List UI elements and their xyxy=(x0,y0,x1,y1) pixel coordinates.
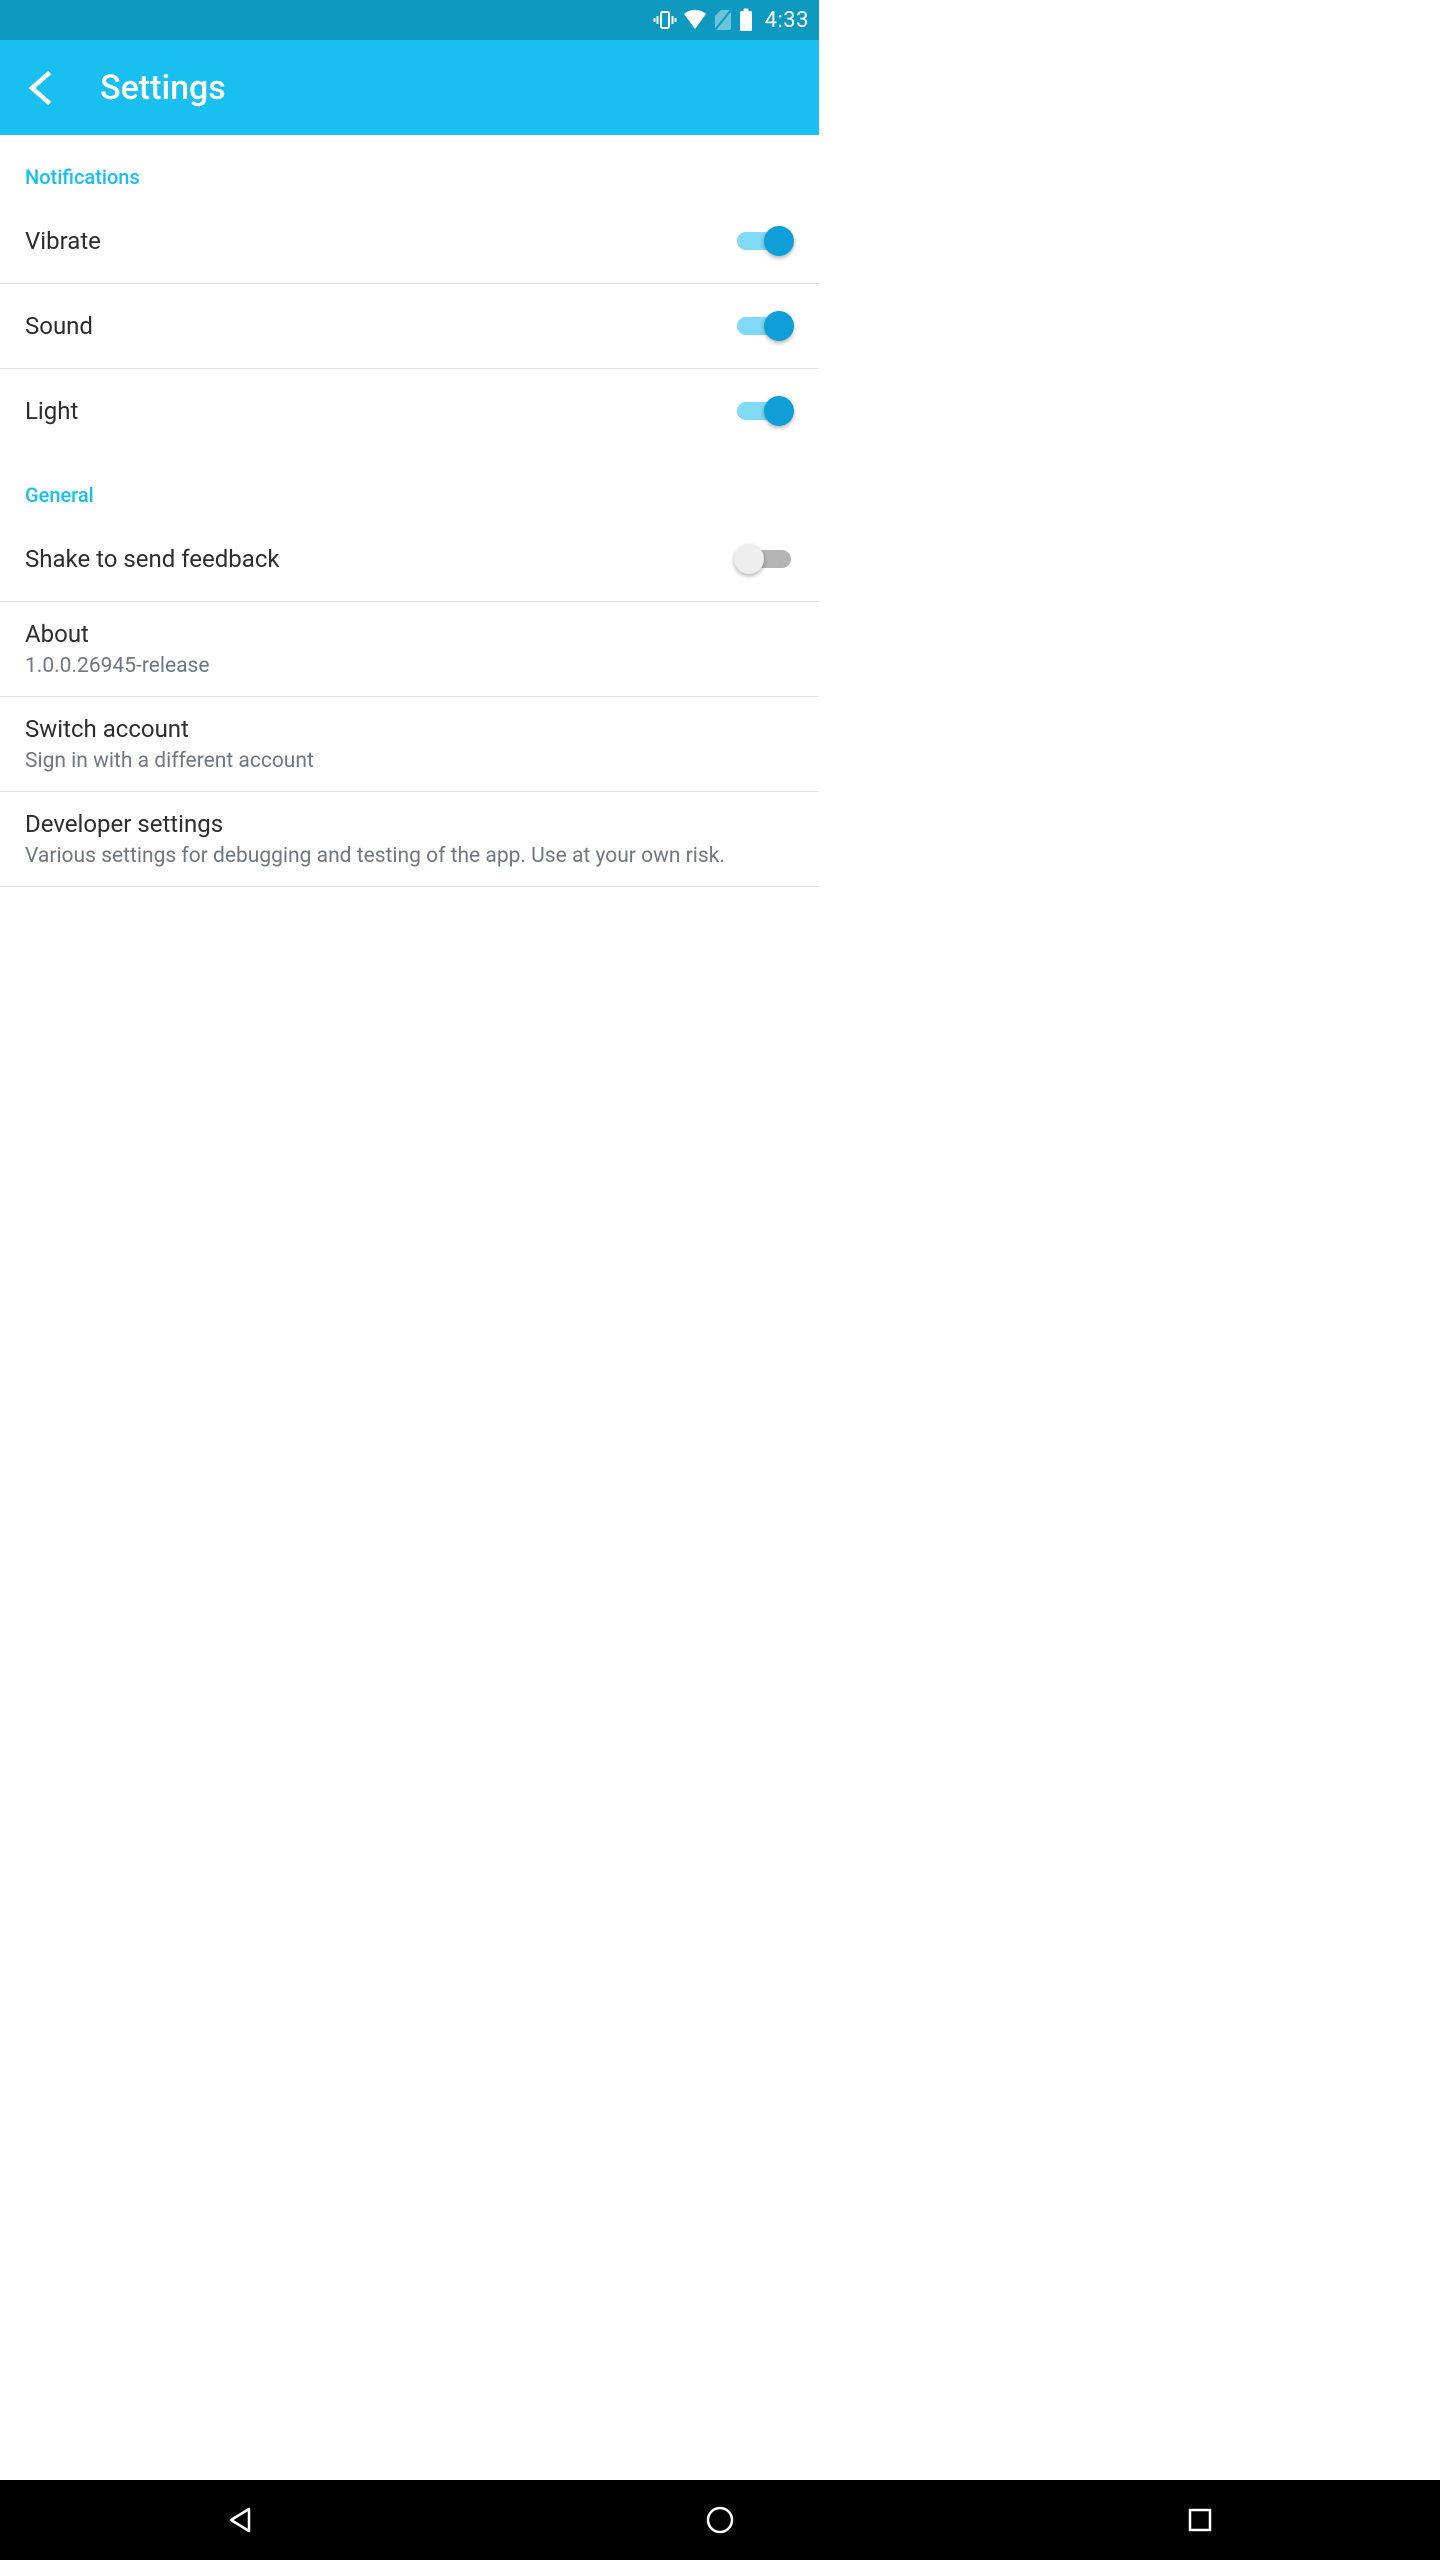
section-header-notifications: Notifications xyxy=(0,135,819,199)
clock: 4:33 xyxy=(765,8,809,33)
no-sim-icon xyxy=(713,8,733,32)
chevron-left-icon xyxy=(26,70,54,106)
setting-subtitle: 1.0.0.26945-release xyxy=(25,654,210,678)
setting-row-developer-settings[interactable]: Developer settings Various settings for … xyxy=(0,792,819,887)
circle-home-icon xyxy=(704,2504,736,2536)
triangle-back-icon xyxy=(225,2505,255,2535)
setting-label: About xyxy=(25,620,210,648)
setting-row-shake-feedback[interactable]: Shake to send feedback xyxy=(0,517,819,602)
page-title: Settings xyxy=(100,68,226,108)
status-icons xyxy=(653,8,753,32)
setting-row-about[interactable]: About 1.0.0.26945-release xyxy=(0,602,819,697)
nav-recent-button[interactable] xyxy=(1150,2490,1250,2550)
navigation-bar xyxy=(0,2480,1440,2560)
setting-row-light[interactable]: Light xyxy=(0,369,819,453)
status-bar: 4:33 xyxy=(0,0,819,40)
setting-row-switch-account[interactable]: Switch account Sign in with a different … xyxy=(0,697,819,792)
setting-label: Sound xyxy=(25,312,93,340)
vibrate-icon xyxy=(653,8,677,32)
toggle-sound[interactable] xyxy=(734,308,794,344)
toggle-vibrate[interactable] xyxy=(734,223,794,259)
battery-icon xyxy=(739,8,753,32)
app-bar: Settings xyxy=(0,40,819,135)
section-header-general: General xyxy=(0,453,819,517)
setting-label: Developer settings xyxy=(25,810,725,838)
setting-subtitle: Various settings for debugging and testi… xyxy=(25,844,725,868)
setting-label: Switch account xyxy=(25,715,314,743)
toggle-light[interactable] xyxy=(734,393,794,429)
nav-back-button[interactable] xyxy=(190,2490,290,2550)
setting-label: Vibrate xyxy=(25,227,101,255)
settings-content: Notifications Vibrate Sound Light Genera… xyxy=(0,135,819,887)
setting-row-vibrate[interactable]: Vibrate xyxy=(0,199,819,284)
nav-home-button[interactable] xyxy=(670,2490,770,2550)
setting-subtitle: Sign in with a different account xyxy=(25,749,314,773)
setting-label: Shake to send feedback xyxy=(25,545,280,573)
back-button[interactable] xyxy=(20,68,60,108)
square-recent-icon xyxy=(1187,2507,1213,2533)
setting-label: Light xyxy=(25,397,78,425)
setting-row-sound[interactable]: Sound xyxy=(0,284,819,369)
wifi-icon xyxy=(683,9,707,31)
toggle-shake-feedback[interactable] xyxy=(734,541,794,577)
